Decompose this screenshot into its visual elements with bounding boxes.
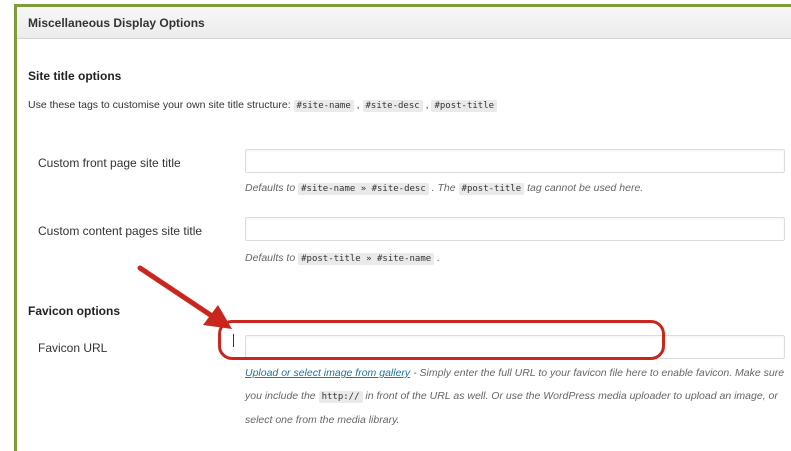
front-page-title-input[interactable] (245, 149, 785, 173)
help-code-post-title: #post-title (458, 183, 525, 195)
favicon-url-label: Favicon URL (38, 341, 108, 355)
help-suffix: . (437, 252, 441, 264)
text-caret (233, 334, 234, 347)
help-suffix: tag cannot be used here. (527, 182, 644, 194)
content-pages-title-help: Defaults to #post-title » #site-name . (245, 252, 441, 265)
panel-title: Miscellaneous Display Options (17, 7, 791, 39)
tag-post-title: #post-title (431, 100, 498, 112)
favicon-help: Upload or select image from gallery - Si… (245, 362, 790, 432)
content-pages-title-label: Custom content pages site title (38, 224, 203, 238)
help-mid: . The (431, 182, 456, 194)
help-prefix: Defaults to (245, 252, 296, 264)
upload-image-link[interactable]: Upload or select image from gallery (245, 367, 410, 379)
front-page-title-label: Custom front page site title (38, 156, 181, 170)
help-code-default: #site-name » #site-desc (298, 183, 429, 195)
separator: , (356, 99, 360, 111)
favicon-heading: Favicon options (28, 304, 121, 318)
content-pages-title-input[interactable] (245, 217, 785, 241)
separator: , (425, 99, 429, 111)
settings-panel: Miscellaneous Display Options Site title… (14, 4, 791, 451)
site-title-description: Use these tags to customise your own sit… (28, 99, 498, 112)
description-text: Use these tags to customise your own sit… (28, 99, 291, 111)
help-code-http: http:// (318, 391, 363, 403)
help-prefix: Defaults to (245, 182, 296, 194)
highlight-box (218, 320, 665, 360)
tag-site-name: #site-name (293, 100, 354, 112)
site-title-heading: Site title options (28, 69, 122, 83)
tag-site-desc: #site-desc (362, 100, 423, 112)
help-code-default: #post-title » #site-name (298, 253, 435, 265)
front-page-title-help: Defaults to #site-name » #site-desc . Th… (245, 182, 644, 195)
